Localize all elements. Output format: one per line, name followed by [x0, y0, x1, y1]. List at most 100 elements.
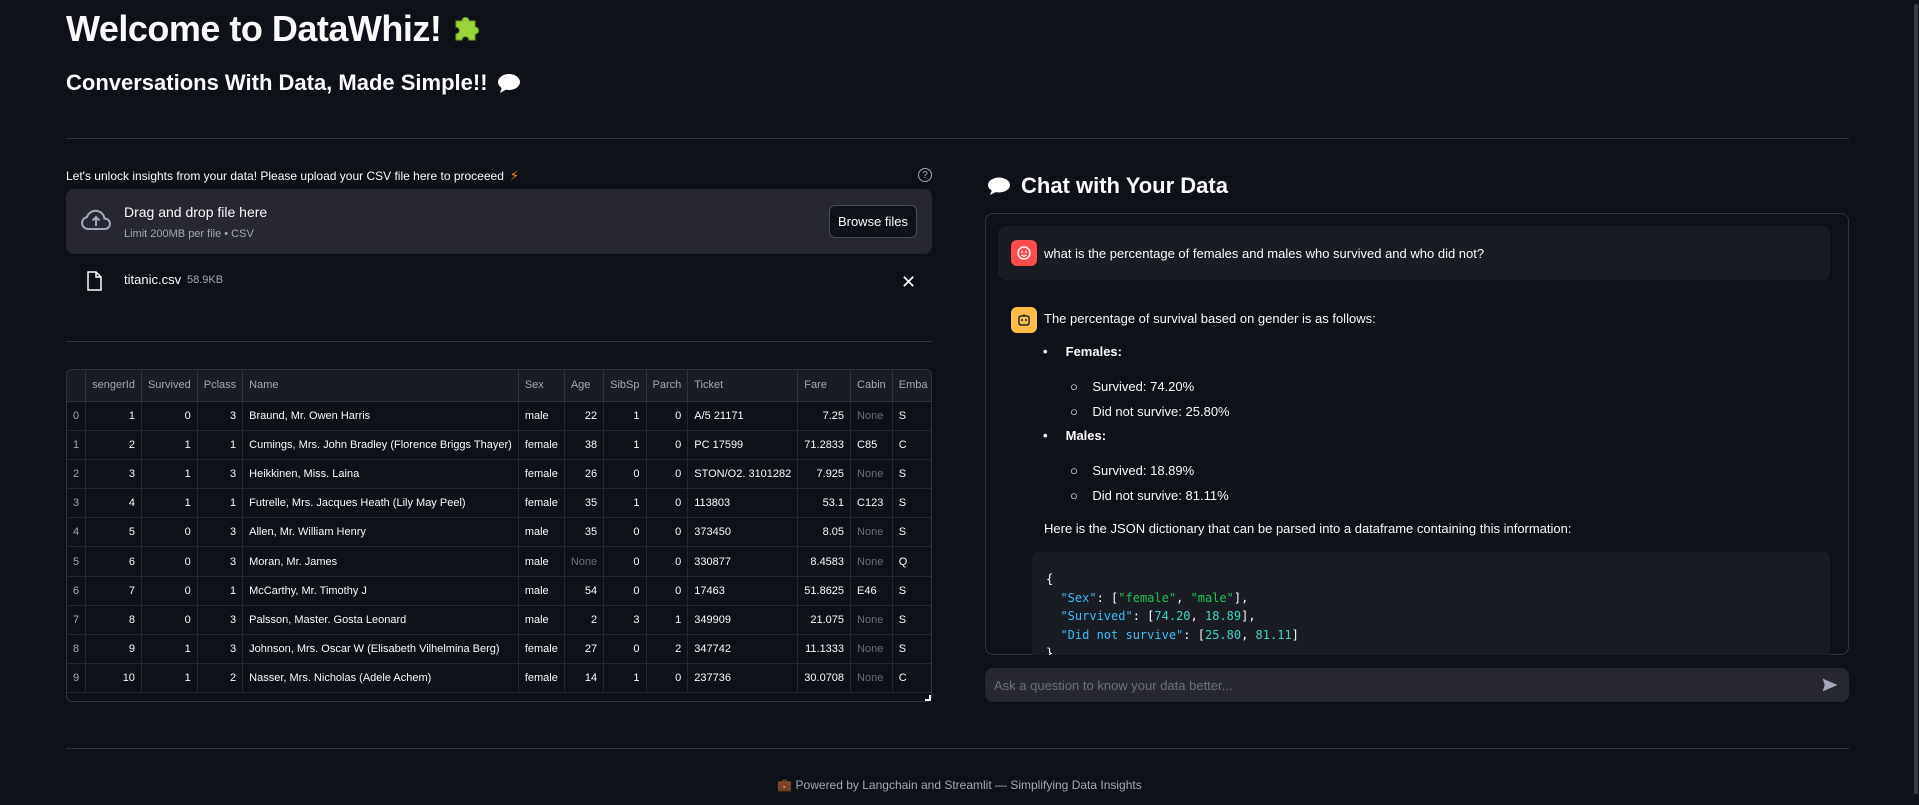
table-cell[interactable]: 8: [85, 605, 142, 636]
table-cell[interactable]: female: [518, 459, 565, 490]
row-index[interactable]: 6: [67, 576, 87, 606]
table-cell[interactable]: 0: [603, 634, 647, 665]
table-cell[interactable]: 1: [603, 401, 647, 431]
table-cell[interactable]: 0: [603, 546, 647, 577]
remove-file-close-icon[interactable]: ✕: [901, 272, 916, 293]
table-cell[interactable]: S: [892, 634, 931, 665]
table-cell[interactable]: 1: [85, 401, 142, 431]
table-cell[interactable]: 0: [603, 517, 647, 548]
table-cell[interactable]: Allen, Mr. William Henry: [242, 517, 519, 548]
table-cell[interactable]: None: [850, 546, 893, 577]
table-row[interactable]: 2 3 1 3 Heikkinen, Miss. Laina female 26 0 0 STON…: [67, 459, 931, 490]
table-cell[interactable]: 0: [646, 401, 689, 431]
table-cell[interactable]: 0: [141, 576, 198, 606]
table-cell[interactable]: Q: [892, 546, 931, 577]
table-cell[interactable]: 0: [646, 459, 689, 490]
table-cell[interactable]: 3: [197, 517, 244, 548]
table-cell[interactable]: None: [850, 634, 893, 665]
table-cell[interactable]: male: [518, 401, 565, 431]
table-cell[interactable]: 1: [197, 430, 244, 460]
table-cell[interactable]: male: [518, 605, 565, 636]
table-cell[interactable]: 330877: [687, 546, 799, 577]
table-cell[interactable]: 21.075: [797, 605, 852, 636]
table-cell[interactable]: 0: [141, 401, 198, 431]
page-scrollbar-thumb[interactable]: [1914, 4, 1918, 794]
table-cell[interactable]: 1: [197, 576, 244, 606]
column-header[interactable]: SibSp: [603, 370, 647, 402]
table-cell[interactable]: Braund, Mr. Owen Harris: [242, 401, 519, 431]
table-cell[interactable]: A/5 21171: [687, 401, 799, 431]
table-cell[interactable]: 0: [646, 663, 689, 694]
table-cell[interactable]: 0: [646, 546, 689, 577]
table-cell[interactable]: male: [518, 517, 565, 548]
table-cell[interactable]: 7: [85, 576, 142, 606]
table-cell[interactable]: 3: [197, 605, 244, 636]
table-cell[interactable]: None: [850, 401, 893, 431]
table-row[interactable]: 4 5 0 3 Allen, Mr. William Henry male 35 0 0 3734…: [67, 517, 931, 548]
table-cell[interactable]: 7.25: [797, 401, 852, 431]
table-cell[interactable]: 7.925: [797, 459, 852, 490]
table-cell[interactable]: male: [518, 576, 565, 606]
table-cell[interactable]: 4: [85, 488, 142, 519]
table-cell[interactable]: 14: [564, 663, 605, 694]
table-cell[interactable]: Cumings, Mrs. John Bradley (Florence Bri…: [242, 430, 519, 460]
table-cell[interactable]: 17463: [687, 576, 799, 606]
table-cell[interactable]: 0: [646, 517, 689, 548]
row-index[interactable]: 1: [67, 430, 87, 460]
table-cell[interactable]: 26: [564, 459, 605, 490]
table-cell[interactable]: 8.05: [797, 517, 852, 548]
help-icon[interactable]: ?: [918, 168, 932, 182]
table-cell[interactable]: 3: [85, 459, 142, 490]
table-cell[interactable]: 1: [603, 663, 647, 694]
column-header[interactable]: Survived: [141, 370, 198, 402]
table-cell[interactable]: 6: [85, 546, 142, 577]
table-cell[interactable]: 35: [564, 517, 605, 548]
dataframe-table[interactable]: sengerId Survived Pclass Name Sex Age SibSp Par…: [66, 369, 932, 702]
column-header[interactable]: Fare: [797, 370, 852, 402]
table-cell[interactable]: 2: [646, 634, 689, 665]
table-resize-handle[interactable]: [925, 695, 931, 701]
row-index[interactable]: 8: [67, 634, 87, 665]
table-cell[interactable]: 0: [646, 430, 689, 460]
table-cell[interactable]: S: [892, 517, 931, 548]
column-header[interactable]: Name: [242, 370, 519, 402]
table-cell[interactable]: Johnson, Mrs. Oscar W (Elisabeth Vilhelm…: [242, 634, 519, 665]
table-cell[interactable]: 3: [197, 459, 244, 490]
table-cell[interactable]: McCarthy, Mr. Timothy J: [242, 576, 519, 606]
table-cell[interactable]: C85: [850, 430, 893, 460]
table-cell[interactable]: 27: [564, 634, 605, 665]
table-cell[interactable]: 9: [85, 634, 142, 665]
table-cell[interactable]: None: [850, 605, 893, 636]
table-cell[interactable]: 5: [85, 517, 142, 548]
table-cell[interactable]: None: [564, 546, 605, 577]
table-cell[interactable]: 54: [564, 576, 605, 606]
table-cell[interactable]: S: [892, 605, 931, 636]
table-cell[interactable]: S: [892, 488, 931, 519]
row-index[interactable]: 5: [67, 546, 87, 577]
table-cell[interactable]: None: [850, 663, 893, 694]
column-header[interactable]: Age: [564, 370, 605, 402]
table-cell[interactable]: 1: [603, 430, 647, 460]
column-header[interactable]: Cabin: [850, 370, 893, 402]
table-cell[interactable]: 1: [197, 488, 244, 519]
column-header[interactable]: Ticket: [687, 370, 799, 402]
table-row[interactable]: 0 1 0 3 Braund, Mr. Owen Harris male 22 1 0 A/5 2…: [67, 401, 931, 431]
column-header[interactable]: Sex: [518, 370, 565, 402]
table-row[interactable]: 6 7 0 1 McCarthy, Mr. Timothy Jmale 54 0 0 17463…: [67, 576, 931, 606]
table-cell[interactable]: 1: [141, 488, 198, 519]
column-header[interactable]: sengerId: [85, 370, 142, 402]
table-cell[interactable]: Moran, Mr. James: [242, 546, 519, 577]
table-cell[interactable]: 2: [85, 430, 142, 460]
table-cell[interactable]: STON/O2. 3101282: [687, 459, 799, 490]
table-cell[interactable]: 3: [197, 401, 244, 431]
table-cell[interactable]: 30.0708: [797, 663, 852, 694]
table-cell[interactable]: 22: [564, 401, 605, 431]
table-cell[interactable]: 35: [564, 488, 605, 519]
table-cell[interactable]: female: [518, 488, 565, 519]
row-index[interactable]: 9: [67, 663, 87, 694]
table-cell[interactable]: S: [892, 401, 931, 431]
table-cell[interactable]: female: [518, 663, 565, 694]
column-header[interactable]: Pclass: [197, 370, 244, 402]
table-cell[interactable]: 0: [646, 488, 689, 519]
table-cell[interactable]: 1: [141, 634, 198, 665]
